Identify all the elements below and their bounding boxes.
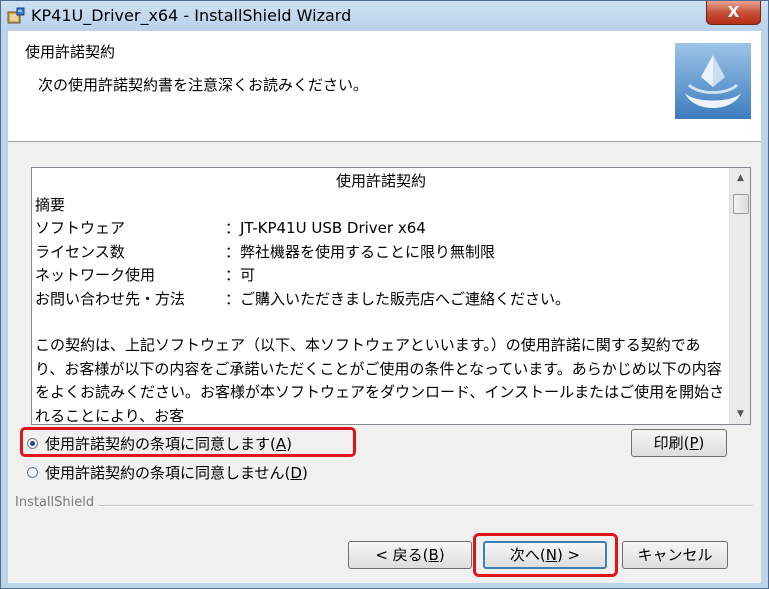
next-label: 次へ( <box>509 546 546 564</box>
scroll-up-arrow-icon[interactable]: ▲ <box>730 169 750 187</box>
title-bar[interactable]: KP41U_Driver_x64 - InstallShield Wizard … <box>1 1 768 31</box>
disagree-access-key: D <box>290 463 302 482</box>
license-text: 使用許諾契約 摘要 ソフトウェア ：JT-KP41U USB Driver x64… <box>35 170 727 422</box>
disagree-radio-label[interactable]: 使用許諾契約の条項に同意しません(D) <box>45 462 308 483</box>
installshield-logo-icon <box>675 43 751 119</box>
disagree-label-text: 使用許諾契約の条項に同意しません( <box>45 463 291 482</box>
next-button[interactable]: 次へ(N) > <box>483 541 607 569</box>
disagree-label-close: ) <box>301 463 308 482</box>
print-button[interactable]: 印刷(P) <box>631 429 727 457</box>
back-access-key: B <box>428 546 439 564</box>
scroll-down-arrow-icon[interactable]: ▼ <box>730 405 750 423</box>
next-label-suffix: ) > <box>556 546 581 564</box>
page-title: 使用許諾契約 <box>25 43 116 61</box>
agree-radio-label[interactable]: 使用許諾契約の条項に同意します(A) <box>45 433 292 454</box>
license-row-key: ソフトウェア <box>35 219 126 237</box>
next-access-key: N <box>545 546 557 564</box>
license-row-key: ライセンス数 <box>35 242 125 261</box>
license-row-value: ：弊社機器を使用することに限り無制限 <box>225 242 496 261</box>
license-row-key: ネットワーク使用 <box>35 266 156 284</box>
wizard-header: 使用許諾契約 次の使用許諾契約書を注意深くお読みください。 <box>8 31 761 142</box>
back-label-close: ) <box>438 546 445 564</box>
license-spacer <box>35 311 727 334</box>
license-row: ネットワーク使用 ：可 <box>35 264 727 288</box>
window-title: KP41U_Driver_x64 - InstallShield Wizard <box>31 6 352 25</box>
license-row-value: ：JT-KP41U USB Driver x64 <box>225 219 426 237</box>
print-access-key: P <box>689 434 699 452</box>
license-row-key: お問い合わせ先・方法 <box>35 289 186 308</box>
installer-window: KP41U_Driver_x64 - InstallShield Wizard … <box>0 0 769 589</box>
license-paragraph: この契約は、上記ソフトウェア（以下、本ソフトウェアといいます。）の使用許諾に関す… <box>35 336 725 422</box>
license-row: ライセンス数 ：弊社機器を使用することに限り無制限 <box>35 241 727 265</box>
back-button[interactable]: < 戻る(B) <box>348 541 472 569</box>
license-heading: 使用許諾契約 <box>335 172 426 190</box>
agree-radio-button[interactable] <box>27 437 38 449</box>
installer-app-icon <box>7 7 25 24</box>
license-row-value: ：ご購入いただきました販売店へご連絡ください。 <box>225 289 571 308</box>
agree-label-text: 使用許諾契約の条項に同意します( <box>45 434 276 453</box>
agree-label-close: ) <box>286 434 292 453</box>
close-icon: X <box>727 3 740 21</box>
license-summary-label: 摘要 <box>35 195 66 214</box>
print-label-close: ) <box>698 434 705 452</box>
wizard-client-area: 使用許諾契約 次の使用許諾契約書を注意深くお読みください。 使用許諾契約 摘要 … <box>8 31 761 583</box>
license-row-value: ：可 <box>225 266 256 284</box>
back-label: < 戻る( <box>375 546 429 564</box>
license-row: お問い合わせ先・方法 ：ご購入いただきました販売店へご連絡ください。 <box>35 288 727 312</box>
license-row: ソフトウェア ：JT-KP41U USB Driver x64 <box>35 217 727 241</box>
print-label: 印刷( <box>653 434 690 452</box>
close-button[interactable]: X <box>706 1 761 25</box>
agree-radio-option[interactable]: 使用許諾契約の条項に同意します(A) <box>27 431 292 455</box>
license-text-box[interactable]: 使用許諾契約 摘要 ソフトウェア ：JT-KP41U USB Driver x64… <box>31 167 751 425</box>
disagree-radio-option[interactable]: 使用許諾契約の条項に同意しません(D) <box>27 460 308 484</box>
license-scrollbar[interactable]: ▲ ▼ <box>729 168 750 424</box>
agree-access-key: A <box>275 434 287 453</box>
scrollbar-thumb[interactable] <box>733 194 749 214</box>
page-subtitle: 次の使用許諾契約書を注意深くお読みください。 <box>38 76 369 94</box>
disagree-radio-button[interactable] <box>27 466 38 478</box>
brand-divider <box>15 505 753 507</box>
installshield-brand-label: InstallShield <box>15 495 99 510</box>
cancel-button[interactable]: キャンセル <box>622 541 728 569</box>
